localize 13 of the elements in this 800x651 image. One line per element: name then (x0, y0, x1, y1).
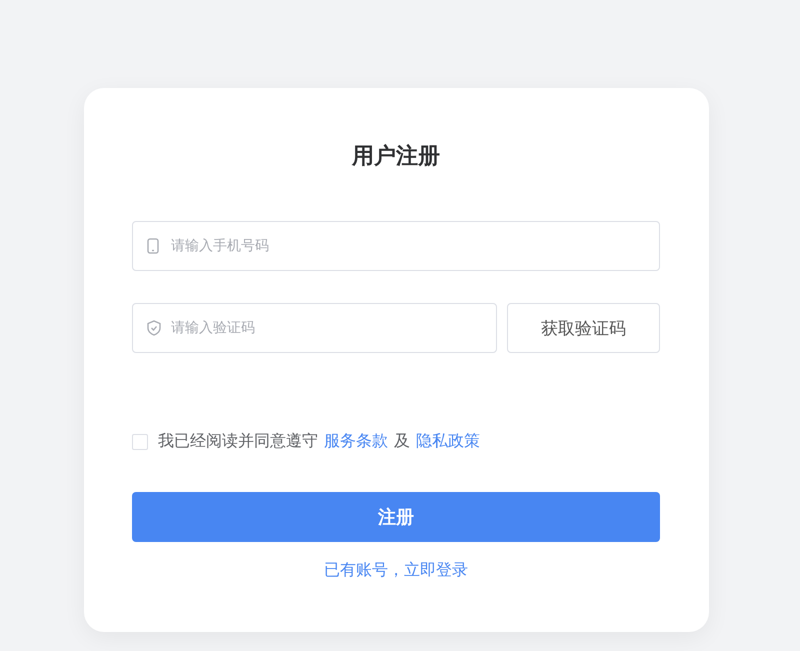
register-button[interactable]: 注册 (132, 492, 660, 542)
page-title: 用户注册 (350, 143, 441, 171)
agreement-text: 我已经阅读并同意遵守 (158, 431, 318, 452)
conjunction-text: 及 (394, 431, 410, 452)
phone-field[interactable]: 请输入手机号码 (132, 221, 660, 271)
phone-icon (147, 238, 159, 254)
terms-link[interactable]: 服务条款 (324, 431, 388, 452)
login-link[interactable]: 已有账号，立即登录 (324, 560, 468, 581)
get-code-button[interactable]: 获取验证码 (507, 303, 660, 353)
shield-icon (147, 320, 161, 336)
privacy-link[interactable]: 隐私政策 (416, 431, 480, 452)
code-field[interactable]: 请输入验证码 (132, 303, 497, 353)
agree-checkbox[interactable] (132, 434, 148, 450)
